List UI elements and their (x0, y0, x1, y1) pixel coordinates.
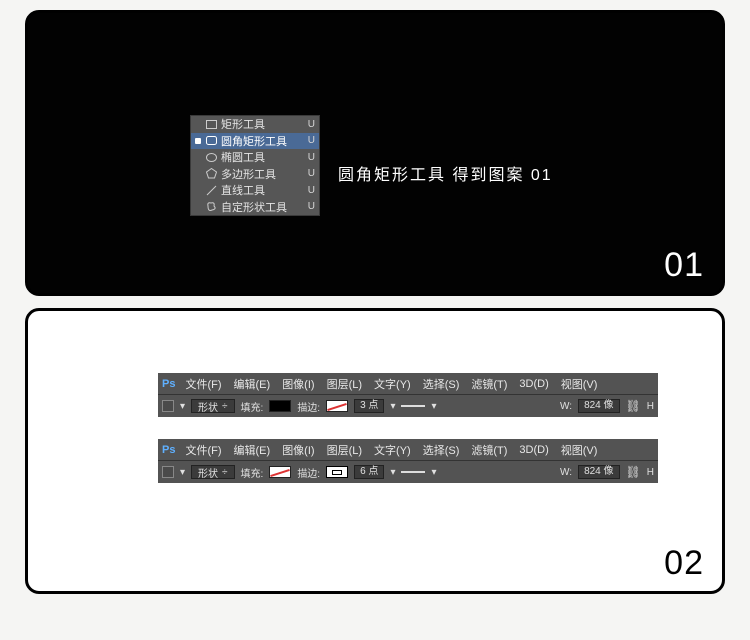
menu-file[interactable]: 文件(F) (185, 442, 221, 458)
active-indicator (195, 171, 201, 177)
stroke-swatch[interactable] (326, 400, 348, 412)
step-caption: 圆角矩形工具 得到图案 01 (338, 161, 553, 185)
stroke-width-field[interactable]: 3 点 (354, 399, 384, 413)
menu-view[interactable]: 视图(V) (561, 442, 598, 458)
options-bar: ▾ 形状÷ 填充: 描边: 3 点 ▾ ▾ W: 824 像 ⛓ H (158, 395, 658, 417)
tool-preset-icon[interactable] (162, 466, 174, 478)
active-indicator (195, 187, 201, 193)
stroke-style-icon[interactable] (401, 405, 425, 407)
tool-menu-item[interactable]: 直线工具 U (191, 182, 319, 199)
shortcut-key: U (308, 119, 315, 130)
mode-dropdown[interactable]: 形状÷ (191, 465, 235, 479)
stroke-swatch[interactable] (326, 466, 348, 478)
shortcut-key: U (308, 185, 315, 196)
line-icon (205, 184, 217, 196)
divider: ▾ (180, 401, 185, 412)
height-label: H (647, 467, 654, 478)
tool-label: 自定形状工具 (221, 199, 304, 215)
ps-logo: Ps (162, 444, 175, 456)
stroke-label: 描边: (297, 465, 320, 480)
tool-preset-icon[interactable] (162, 400, 174, 412)
fill-swatch[interactable] (269, 466, 291, 478)
menu-edit[interactable]: 编辑(E) (234, 442, 271, 458)
photoshop-ui-1: Ps 文件(F) 编辑(E) 图像(I) 图层(L) 文字(Y) 选择(S) 滤… (158, 373, 658, 417)
menu-type[interactable]: 文字(Y) (374, 376, 411, 392)
tool-label: 直线工具 (221, 182, 304, 198)
stroke-label: 描边: (297, 399, 320, 414)
tool-label: 多边形工具 (221, 166, 304, 182)
menu-layer[interactable]: 图层(L) (327, 442, 362, 458)
ellipse-icon (205, 151, 217, 163)
divider: ▾ (180, 467, 185, 478)
tool-label: 椭圆工具 (221, 149, 304, 165)
active-indicator (195, 138, 201, 144)
menu-select[interactable]: 选择(S) (423, 376, 460, 392)
shortcut-key: U (308, 201, 315, 212)
photoshop-ui-2: Ps 文件(F) 编辑(E) 图像(I) 图层(L) 文字(Y) 选择(S) 滤… (158, 439, 658, 483)
step-panel-01: 矩形工具 U 圆角矩形工具 U 椭圆工具 U 多边形工具 U 直线工具 U (25, 10, 725, 296)
step-panel-02: Ps 文件(F) 编辑(E) 图像(I) 图层(L) 文字(Y) 选择(S) 滤… (25, 308, 725, 594)
active-indicator (195, 204, 201, 210)
width-field[interactable]: 824 像 (578, 465, 619, 479)
menu-layer[interactable]: 图层(L) (327, 376, 362, 392)
menu-3d[interactable]: 3D(D) (519, 378, 548, 390)
tool-menu-item[interactable]: 椭圆工具 U (191, 149, 319, 166)
tool-label: 圆角矩形工具 (221, 133, 304, 149)
tool-label: 矩形工具 (221, 116, 304, 132)
tool-menu-item[interactable]: 多边形工具 U (191, 166, 319, 183)
ps-logo: Ps (162, 378, 175, 390)
menu-file[interactable]: 文件(F) (185, 376, 221, 392)
rect-icon (205, 118, 217, 130)
tool-menu-item[interactable]: 矩形工具 U (191, 116, 319, 133)
width-field[interactable]: 824 像 (578, 399, 619, 413)
tool-menu-item-selected[interactable]: 圆角矩形工具 U (191, 133, 319, 150)
fill-swatch[interactable] (269, 400, 291, 412)
menubar: Ps 文件(F) 编辑(E) 图像(I) 图层(L) 文字(Y) 选择(S) 滤… (158, 373, 658, 395)
tool-menu-item[interactable]: 自定形状工具 U (191, 199, 319, 216)
menu-filter[interactable]: 滤镜(T) (471, 376, 507, 392)
menu-image[interactable]: 图像(I) (282, 442, 314, 458)
link-icon[interactable]: ⛓ (626, 465, 641, 479)
width-label: W: (560, 401, 572, 412)
options-bar: ▾ 形状÷ 填充: 描边: 6 点 ▾ ▾ W: 824 像 ⛓ H (158, 461, 658, 483)
shortcut-key: U (308, 168, 315, 179)
shape-tool-flyout: 矩形工具 U 圆角矩形工具 U 椭圆工具 U 多边形工具 U 直线工具 U (190, 115, 320, 216)
menu-3d[interactable]: 3D(D) (519, 444, 548, 456)
shortcut-key: U (308, 152, 315, 163)
active-indicator (195, 154, 201, 160)
menu-filter[interactable]: 滤镜(T) (471, 442, 507, 458)
shortcut-key: U (308, 135, 315, 146)
custom-shape-icon (205, 201, 217, 213)
step-number: 01 (664, 246, 704, 285)
width-label: W: (560, 467, 572, 478)
menubar: Ps 文件(F) 编辑(E) 图像(I) 图层(L) 文字(Y) 选择(S) 滤… (158, 439, 658, 461)
height-label: H (647, 401, 654, 412)
fill-label: 填充: (241, 465, 264, 480)
menu-type[interactable]: 文字(Y) (374, 442, 411, 458)
fill-label: 填充: (241, 399, 264, 414)
menu-view[interactable]: 视图(V) (561, 376, 598, 392)
menu-select[interactable]: 选择(S) (423, 442, 460, 458)
menu-edit[interactable]: 编辑(E) (234, 376, 271, 392)
stroke-style-icon[interactable] (401, 471, 425, 473)
polygon-icon (205, 168, 217, 180)
link-icon[interactable]: ⛓ (626, 399, 641, 413)
stroke-width-field[interactable]: 6 点 (354, 465, 384, 479)
menu-image[interactable]: 图像(I) (282, 376, 314, 392)
roundrect-icon (205, 135, 217, 147)
mode-dropdown[interactable]: 形状÷ (191, 399, 235, 413)
active-indicator (195, 121, 201, 127)
step-number: 02 (664, 544, 704, 583)
